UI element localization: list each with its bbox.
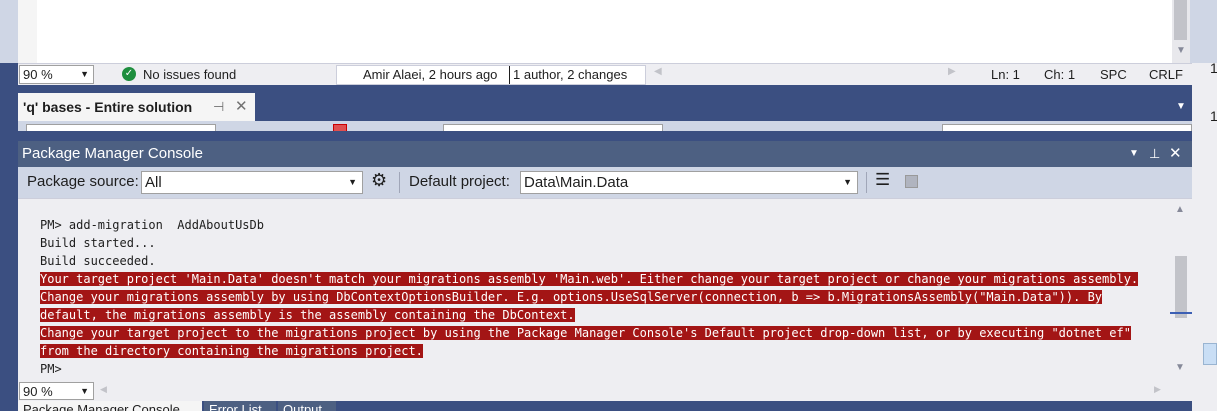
scroll-up-arrow-icon[interactable]: ▲ [1175,204,1185,215]
tab-label: Package Manager Console [23,402,180,411]
bottom-tab-bar: Package Manager Console Error List Outpu… [18,401,1192,411]
pmc-console-output[interactable]: PM> add-migration AddAboutUsDb Build star… [18,198,1192,383]
editor-status-bar: 90 % ▼ ✓ No issues found Amir Alaei, 2 h… [18,63,1192,85]
default-project-label: Default project: [409,173,510,190]
indent-indicator[interactable]: SPC [1100,66,1127,84]
console-line: PM> add-migration AddAboutUsDb [40,218,264,232]
chevron-down-icon: ▼ [80,386,89,396]
chevron-down-icon: ▼ [80,69,89,79]
console-error-line: Change your migrations assembly by using… [40,290,1103,304]
console-scroll-thumb[interactable] [1175,256,1187,318]
tab-package-manager-console[interactable]: Package Manager Console [18,401,202,411]
package-source-label: Package source: [27,173,139,190]
chevron-down-icon: ▼ [843,177,852,187]
scroll-left-arrow-icon[interactable]: ◀ [100,384,107,395]
package-source-select[interactable]: All ▼ [141,171,363,194]
console-error-line: from the directory containing the migrat… [40,344,423,358]
panel-divider[interactable] [18,131,1192,141]
find-tab-label: 'q' bases - Entire solution [23,99,193,115]
tab-error-list[interactable]: Error List [204,401,276,411]
chevron-down-icon: ▼ [348,177,357,187]
editor-zoom-value: 90 % [23,67,53,82]
line-ending-indicator[interactable]: CRLF [1149,66,1183,84]
close-icon[interactable]: ✕ [235,93,248,121]
tab-label: Output [283,402,323,411]
pmc-zoom-select[interactable]: 90 % ▼ [19,382,94,400]
pmc-title: Package Manager Console [22,145,203,162]
pmc-zoom-value: 90 % [23,384,53,399]
blame-authors: 1 author, 2 changes [509,66,627,84]
default-project-select[interactable]: Data\Main.Data ▼ [520,171,858,194]
find-toolbar-search[interactable] [942,124,1192,131]
tab-label: Error List [209,402,262,411]
editor-zoom-select[interactable]: 90 % ▼ [19,65,94,84]
toolbar-separator [399,172,400,193]
find-toolbar-field[interactable] [443,124,663,131]
default-project-value: Data\Main.Data [524,174,629,191]
settings-gear-icon[interactable]: ⚙ [371,171,387,189]
git-blame-box[interactable]: Amir Alaei, 2 hours ago 1 author, 2 chan… [336,65,646,85]
console-error-line: Your target project 'Main.Data' doesn't … [40,272,1139,286]
editor-text-area[interactable] [37,0,1172,63]
toolbar-separator [866,172,867,193]
tab-dropdown-icon[interactable]: ▼ [1176,101,1186,112]
issues-status[interactable]: No issues found [143,66,236,84]
console-error-line: Change your target project to the migrat… [40,326,1131,340]
window-menu-chevron-icon[interactable]: ▼ [1129,141,1139,167]
console-vertical-scrollbar[interactable]: ▲ ▼ [1172,199,1190,383]
blame-author: Amir Alaei, 2 hours ago [363,67,498,82]
scroll-left-arrow-icon[interactable]: ◀ [654,66,662,77]
find-toolbar-field[interactable] [26,124,216,131]
right-edge-glyph: 1 [1210,108,1217,124]
pin-icon[interactable]: ⊣ [213,93,224,121]
stop-icon[interactable] [905,175,918,188]
tab-find-results[interactable]: 'q' bases - Entire solution ⊣ ✕ [18,93,255,121]
tab-output[interactable]: Output [278,401,336,411]
check-circle-icon[interactable]: ✓ [122,67,136,81]
console-error-line: default, the migrations assembly is the … [40,308,575,322]
pmc-status-bar: 90 % ▼ ◀ ▶ [18,382,1192,401]
find-results-toolbar [18,121,1192,131]
package-source-value: All [145,174,162,191]
console-prompt[interactable]: PM> [40,360,1138,378]
editor-margin [18,0,37,63]
scroll-right-arrow-icon[interactable]: ▶ [1154,384,1161,395]
line-indicator[interactable]: Ln: 1 [991,66,1020,84]
scroll-marker [1170,312,1192,314]
pmc-toolbar: Package source: All ▼ ⚙ Default project:… [18,167,1192,198]
pin-icon[interactable]: ⊥ [1149,141,1160,167]
stop-icon[interactable] [333,124,347,131]
pmc-title-bar[interactable]: Package Manager Console ▼ ⊥ ✕ [18,141,1192,167]
scroll-down-arrow-icon[interactable]: ▼ [1175,362,1185,373]
close-icon[interactable]: ✕ [1169,141,1182,167]
scroll-right-arrow-icon[interactable]: ▶ [948,66,956,77]
console-line: Build succeeded. [40,254,156,268]
clear-console-icon[interactable]: ☰ [875,171,890,189]
editor-scroll-thumb[interactable] [1174,0,1187,40]
column-indicator[interactable]: Ch: 1 [1044,66,1075,84]
right-edge-box [1203,343,1217,365]
scroll-down-arrow-icon[interactable]: ▼ [1172,42,1190,60]
console-line: Build started... [40,236,156,250]
